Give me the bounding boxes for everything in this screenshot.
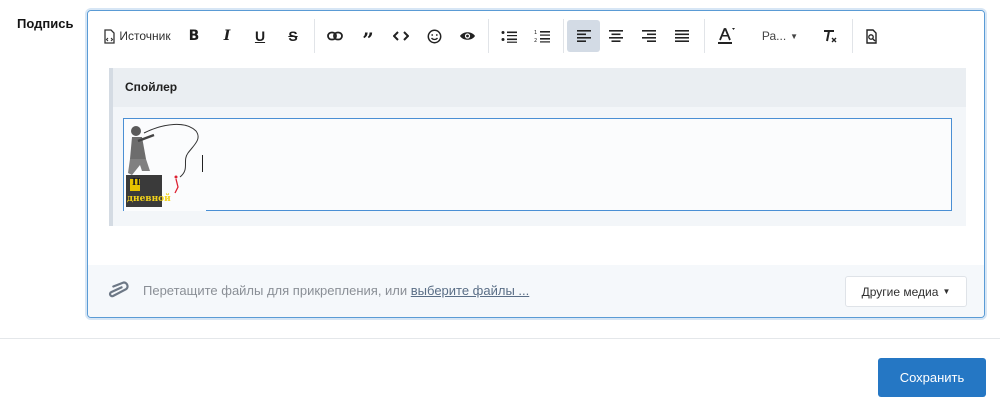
toolbar-separator	[314, 19, 315, 53]
paperclip-icon	[108, 281, 129, 298]
toolbar-separator	[488, 19, 489, 53]
attachment-bar: Перетащите файлы для прикрепления, или в…	[88, 265, 984, 317]
spoiler-block: Спойлер II дневной	[109, 68, 966, 226]
align-right-icon	[642, 30, 656, 42]
other-media-label: Другие медиа	[861, 284, 939, 299]
align-left-button[interactable]	[567, 20, 600, 52]
align-justify-button[interactable]	[667, 20, 697, 52]
italic-icon: I	[223, 28, 231, 44]
toolbar-separator	[704, 19, 705, 53]
save-button[interactable]: Сохранить	[878, 358, 986, 397]
editor-toolbar: Источник B I U S ” 1 2 Ра... ▼	[88, 11, 984, 61]
font-size-dropdown[interactable]: Ра... ▼	[755, 20, 805, 52]
eye-icon	[459, 32, 475, 40]
caret-down-icon: ▼	[942, 287, 951, 296]
underline-button[interactable]: U	[245, 20, 275, 52]
remove-format-button[interactable]	[815, 20, 845, 52]
toolbar-separator	[563, 19, 564, 53]
font-size-label: Ра...	[761, 29, 787, 43]
rich-text-editor[interactable]: Источник B I U S ” 1 2 Ра... ▼ Спойлер I…	[87, 10, 985, 318]
align-center-icon	[609, 30, 623, 42]
field-label: Подпись	[17, 16, 74, 31]
code-button[interactable]	[386, 20, 416, 52]
underline-icon: U	[254, 28, 266, 44]
align-right-button[interactable]	[634, 20, 664, 52]
preview-icon	[865, 28, 877, 44]
align-center-button[interactable]	[601, 20, 631, 52]
align-justify-icon	[675, 30, 689, 42]
numbered-list-button[interactable]: 1 2	[527, 20, 557, 52]
strikethrough-button[interactable]: S	[278, 20, 308, 52]
smilie-button[interactable]	[419, 20, 449, 52]
remove-format-icon	[824, 29, 837, 42]
numbered-list-icon: 1 2	[534, 30, 550, 43]
toolbar-separator	[852, 19, 853, 53]
chevron-down-icon: ▼	[790, 31, 799, 41]
form-divider	[0, 338, 1000, 339]
source-icon	[104, 28, 116, 44]
code-icon	[393, 31, 409, 41]
source-label: Источник	[119, 29, 171, 43]
spoiler-button[interactable]	[452, 20, 482, 52]
quote-button[interactable]: ”	[353, 20, 383, 52]
other-media-button[interactable]: Другие медиа ▼	[845, 276, 967, 307]
attach-hint-text: Перетащите файлы для прикрепления, или	[143, 283, 411, 298]
italic-button[interactable]: I	[212, 20, 242, 52]
link-icon	[327, 31, 343, 41]
preview-button[interactable]	[856, 20, 886, 52]
text-cursor	[202, 155, 203, 172]
image-badge: II	[132, 178, 141, 188]
strikethrough-icon: S	[288, 28, 298, 44]
spoiler-content[interactable]: II дневной	[123, 118, 952, 211]
align-left-icon	[576, 30, 591, 42]
editor-content[interactable]: Спойлер II дневной	[88, 60, 984, 265]
source-button[interactable]: Источник	[102, 20, 172, 52]
bulleted-list-button[interactable]	[494, 20, 524, 52]
link-button[interactable]	[320, 20, 350, 52]
bold-button[interactable]: B	[179, 20, 209, 52]
bold-icon: B	[188, 28, 200, 44]
quote-icon: ”	[362, 28, 374, 52]
svg-text:1: 1	[534, 30, 537, 36]
svg-text:2: 2	[534, 38, 537, 43]
bulleted-list-icon	[501, 30, 517, 43]
smilie-icon	[427, 29, 441, 43]
spoiler-title: Спойлер	[113, 68, 966, 107]
image-caption: дневной	[127, 194, 171, 204]
attach-hint: Перетащите файлы для прикрепления, или в…	[143, 283, 529, 298]
text-color-button[interactable]	[710, 20, 742, 52]
text-color-icon	[718, 28, 735, 44]
choose-files-link[interactable]: выберите файлы ...	[411, 283, 530, 298]
